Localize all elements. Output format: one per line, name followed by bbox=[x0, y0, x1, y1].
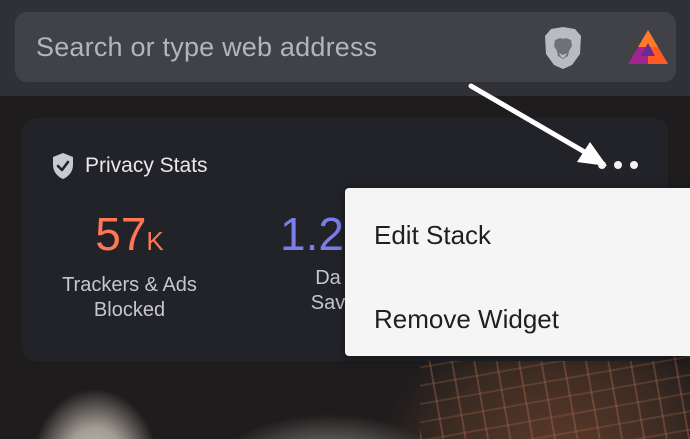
bat-triangle-icon[interactable] bbox=[627, 28, 669, 66]
menu-item-edit-stack[interactable]: Edit Stack bbox=[345, 192, 690, 272]
stat-trackers-blocked: 57K Trackers & Ads Blocked bbox=[42, 208, 217, 323]
stat-label: Trackers & Ads Blocked bbox=[62, 274, 197, 321]
address-bar[interactable]: Search or type web address bbox=[15, 12, 676, 82]
stat-value: 57K bbox=[95, 208, 164, 260]
widget-context-menu: Edit Stack Remove Widget bbox=[345, 188, 690, 356]
shield-check-icon bbox=[53, 153, 73, 179]
more-dot bbox=[630, 161, 638, 169]
brave-lion-shield-icon[interactable] bbox=[542, 26, 584, 70]
menu-item-remove-widget[interactable]: Remove Widget bbox=[345, 276, 690, 356]
annotation-arrow bbox=[468, 83, 607, 166]
widget-header: Privacy Stats bbox=[51, 152, 208, 180]
widget-title: Privacy Stats bbox=[85, 154, 208, 177]
search-placeholder[interactable]: Search or type web address bbox=[36, 32, 377, 63]
more-dot bbox=[614, 161, 622, 169]
